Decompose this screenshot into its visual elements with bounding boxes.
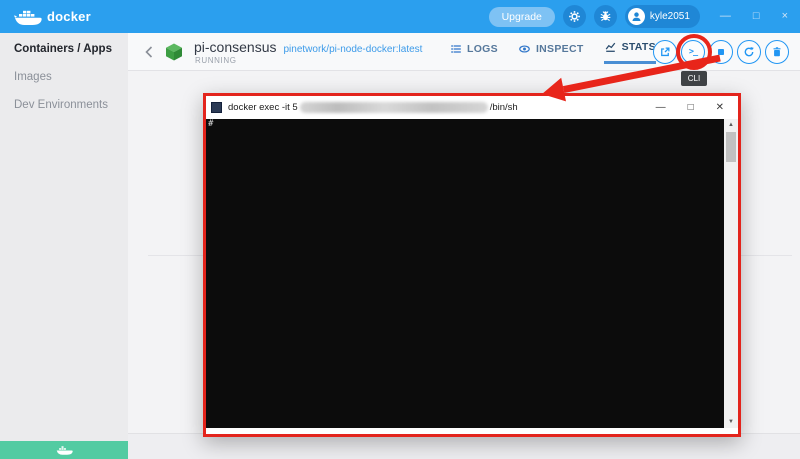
report-bug-button[interactable] — [593, 5, 617, 28]
shell-prompt: # — [208, 119, 214, 129]
terminal-close-button[interactable]: ✕ — [716, 102, 724, 113]
back-button[interactable] — [144, 45, 154, 64]
username: kyle2051 — [649, 11, 690, 22]
stop-button[interactable] — [709, 40, 733, 64]
sidebar-item-containers-apps[interactable]: Containers / Apps — [0, 37, 128, 61]
chevron-left-icon — [145, 46, 153, 58]
docker-logo: docker — [14, 7, 91, 27]
terminal-window-controls: — □ ✕ — [656, 96, 724, 119]
terminal-title: docker exec -it 5/bin/sh — [228, 101, 518, 113]
restart-icon — [744, 47, 754, 57]
app-maximize-button[interactable]: □ — [753, 11, 760, 22]
terminal-screen[interactable]: # — [206, 119, 724, 428]
upgrade-button[interactable]: Upgrade — [488, 6, 555, 27]
tab-inspect[interactable]: INSPECT — [518, 41, 584, 64]
header-right-group: Upgrade kyle2051 — □ × — [488, 0, 792, 33]
whale-footer-icon — [56, 446, 73, 455]
logs-icon — [451, 44, 461, 53]
bug-icon — [600, 11, 611, 21]
app-window-controls: — □ × — [720, 11, 788, 22]
settings-button[interactable] — [562, 5, 586, 28]
sidebar-item-images[interactable]: Images — [0, 65, 128, 89]
scroll-up-icon[interactable]: ▲ — [728, 119, 734, 131]
app-close-button[interactable]: × — [782, 11, 788, 22]
scrollbar-thumb[interactable] — [726, 132, 736, 162]
terminal-app-icon — [211, 102, 222, 113]
tab-stats[interactable]: STATS — [603, 41, 656, 64]
trash-icon — [773, 47, 781, 57]
chart-icon — [605, 42, 615, 52]
sidebar-item-dev-environments[interactable]: Dev Environments — [0, 93, 128, 117]
app-header: docker Upgrade kyle2051 — □ × — [0, 0, 800, 33]
container-package-icon — [164, 42, 184, 67]
container-image-link[interactable]: pinetwork/pi-node-docker:latest — [284, 44, 423, 55]
container-status: RUNNING — [195, 56, 237, 65]
terminal-body: # ▲ ▼ — [206, 119, 738, 428]
detail-tabs: LOGS INSPECT STATS — [450, 41, 656, 64]
scroll-down-icon[interactable]: ▼ — [728, 416, 734, 428]
tab-stats-label: STATS — [621, 41, 656, 53]
delete-button[interactable] — [765, 40, 789, 64]
cli-tooltip: CLI — [681, 71, 707, 86]
avatar — [627, 8, 645, 25]
app-minimize-button[interactable]: — — [720, 11, 731, 22]
cli-terminal-window: docker exec -it 5/bin/sh — □ ✕ # ▲ ▼ — [203, 93, 741, 437]
terminal-maximize-button[interactable]: □ — [688, 102, 694, 113]
container-action-buttons: >_ — [653, 40, 789, 64]
docker-desktop-window: docker Upgrade kyle2051 — □ × Containers… — [0, 0, 800, 459]
tab-logs[interactable]: LOGS — [450, 41, 498, 64]
terminal-scrollbar[interactable]: ▲ ▼ — [724, 119, 738, 428]
sidebar-footer — [0, 441, 128, 459]
user-account-button[interactable]: kyle2051 — [624, 5, 700, 28]
tab-inspect-label: INSPECT — [535, 42, 584, 55]
person-icon — [632, 12, 641, 21]
terminal-minimize-button[interactable]: — — [656, 102, 666, 113]
docker-whale-icon — [14, 10, 42, 25]
eye-icon — [519, 44, 530, 53]
container-detail-header: pi-consensus pinetwork/pi-node-docker:la… — [128, 33, 800, 71]
terminal-cli-icon: >_ — [688, 47, 698, 57]
stop-icon — [718, 49, 724, 55]
tab-logs-label: LOGS — [467, 42, 498, 55]
cli-button[interactable]: >_ — [681, 40, 705, 64]
gear-icon — [568, 11, 580, 22]
open-external-icon — [661, 47, 670, 57]
sidebar: Containers / Apps Images Dev Environment… — [0, 33, 128, 441]
container-title-row: pi-consensus pinetwork/pi-node-docker:la… — [194, 39, 422, 55]
redacted-container-id — [299, 101, 488, 113]
open-in-browser-button[interactable] — [653, 40, 677, 64]
terminal-title-suffix: /bin/sh — [489, 102, 518, 113]
container-name: pi-consensus — [194, 39, 277, 55]
terminal-title-prefix: docker exec -it 5 — [228, 102, 298, 113]
brand-name: docker — [47, 9, 91, 24]
restart-button[interactable] — [737, 40, 761, 64]
terminal-titlebar[interactable]: docker exec -it 5/bin/sh — □ ✕ — [206, 96, 738, 119]
